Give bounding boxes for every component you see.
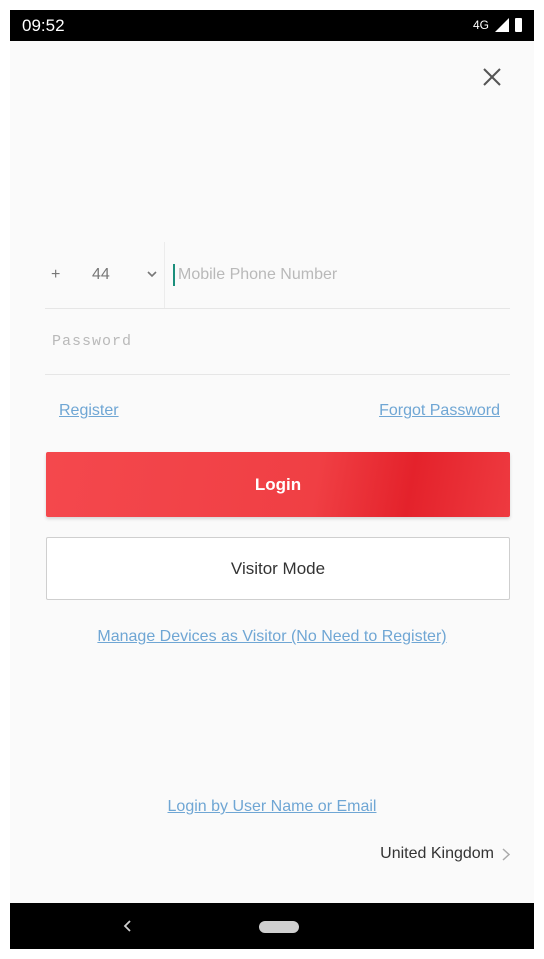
region-label: United Kingdom [380, 845, 494, 862]
field-divider [164, 242, 165, 308]
login-by-username-link[interactable]: Login by User Name or Email [10, 798, 534, 816]
back-icon[interactable] [122, 918, 134, 934]
password-row [45, 308, 510, 375]
status-icons: 4G [473, 18, 522, 32]
register-link[interactable]: Register [59, 402, 119, 420]
phone-row: + 44 [45, 242, 510, 309]
chevron-right-icon [502, 847, 510, 861]
network-type: 4G [472, 18, 489, 32]
login-button[interactable]: Login [46, 452, 510, 517]
navigation-bar [10, 903, 534, 949]
login-screen: 09:52 4G + 44 Register Forgot Password L… [10, 10, 534, 949]
password-input[interactable] [52, 324, 492, 358]
forgot-password-link[interactable]: Forgot Password [379, 402, 500, 420]
country-code[interactable]: 44 [92, 266, 110, 284]
visitor-mode-button[interactable]: Visitor Mode [46, 537, 510, 600]
region-selector[interactable]: United Kingdom [380, 845, 510, 863]
battery-icon [515, 18, 522, 32]
phone-number-input[interactable] [178, 258, 498, 292]
manage-as-visitor-link[interactable]: Manage Devices as Visitor (No Need to Re… [10, 628, 534, 646]
signal-icon [495, 18, 509, 32]
home-icon[interactable] [259, 921, 299, 933]
chevron-down-icon[interactable] [147, 270, 157, 278]
close-icon[interactable] [476, 61, 508, 93]
status-bar: 09:52 4G [10, 10, 534, 41]
text-cursor [173, 264, 175, 286]
status-time: 09:52 [22, 16, 65, 35]
country-code-plus: + [51, 266, 61, 283]
